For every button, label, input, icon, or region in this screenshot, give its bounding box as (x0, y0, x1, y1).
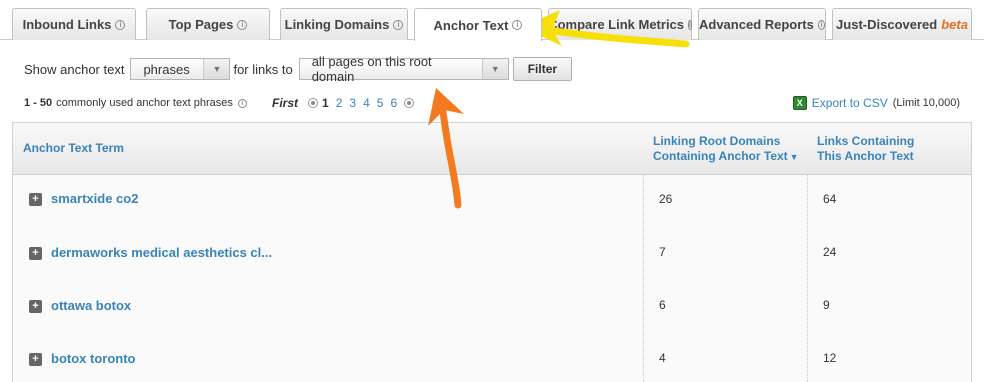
for-links-label: for links to (233, 61, 293, 77)
column-header-domains-line2: Containing Anchor Text (653, 149, 788, 163)
domains-count: 6 (659, 298, 666, 312)
tab-anchor-text[interactable]: Anchor Text i (414, 8, 542, 41)
page-link-3[interactable]: 3 (349, 96, 356, 110)
column-header-domains-line1: Linking Root Domains (653, 134, 781, 148)
excel-icon[interactable]: X (792, 96, 807, 110)
info-icon[interactable]: i (115, 19, 126, 30)
anchor-term-link[interactable]: smartxide co2 (51, 191, 138, 206)
page-link-2[interactable]: 2 (336, 96, 343, 110)
column-header-links-line1: Links Containing (817, 134, 915, 148)
expand-icon[interactable]: + (29, 353, 42, 366)
results-description: commonly used anchor text phrases (56, 97, 233, 109)
anchor-type-select[interactable]: phrases ▼ (130, 58, 231, 80)
anchor-text-table: Anchor Text Term Linking Root Domains Co… (12, 122, 972, 382)
table-row: + dermaworks medical aesthetics cl... 7 … (13, 228, 971, 281)
info-icon[interactable]: i (237, 98, 247, 108)
links-count: 9 (823, 298, 830, 312)
page-link-4[interactable]: 4 (363, 96, 370, 110)
page-link-1[interactable]: 1 (322, 96, 329, 110)
page-link-5[interactable]: 5 (377, 96, 384, 110)
anchor-term-link[interactable]: ottawa botox (51, 298, 131, 313)
tab-compare-link-metrics[interactable]: Compare Link Metrics i (548, 8, 692, 40)
anchor-term-link[interactable]: dermaworks medical aesthetics cl... (51, 245, 272, 260)
info-icon[interactable]: i (817, 19, 825, 30)
filter-button[interactable]: Filter (512, 57, 573, 81)
link-target-select[interactable]: all pages on this root domain ▼ (298, 54, 509, 84)
anchor-type-value: phrases (143, 61, 190, 77)
expand-icon[interactable]: + (29, 247, 42, 260)
tab-linking-domains[interactable]: Linking Domains i (280, 8, 408, 40)
tab-label: Top Pages (168, 17, 234, 32)
tab-inbound-links[interactable]: Inbound Links i (12, 8, 136, 40)
page-link-6[interactable]: 6 (390, 96, 397, 110)
show-anchor-text-label: Show anchor text (24, 61, 125, 77)
column-header-domains[interactable]: Linking Root Domains Containing Anchor T… (653, 134, 799, 165)
column-header-term[interactable]: Anchor Text Term (23, 141, 124, 156)
link-target-value: all pages on this root domain (311, 54, 432, 84)
next-page-icon[interactable] (404, 98, 415, 108)
table-row: + ottawa botox 6 9 (13, 281, 971, 334)
domains-count: 7 (659, 245, 666, 259)
results-summary: 1 - 50 commonly used anchor text phrases… (24, 95, 247, 111)
table-row: + smartxide co2 26 64 (13, 175, 971, 228)
tab-label: Just-Discovered (836, 17, 938, 32)
domains-count: 4 (659, 351, 666, 365)
filter-row: Show anchor text phrases ▼ for links to … (24, 54, 573, 84)
chevron-down-icon: ▼ (481, 59, 508, 79)
export-csv-link[interactable]: Export to CSV (812, 96, 888, 110)
pagination-first[interactable]: First (272, 96, 298, 110)
tab-top-pages[interactable]: Top Pages i (146, 8, 270, 40)
pagination: First 1 2 3 4 5 6 (272, 95, 418, 111)
expand-icon[interactable]: + (29, 193, 42, 206)
links-count: 64 (823, 192, 837, 206)
tab-label: Linking Domains (284, 17, 390, 32)
sort-desc-icon: ▼ (789, 152, 799, 162)
links-count: 24 (823, 245, 837, 259)
beta-badge: beta (941, 17, 968, 32)
column-header-links[interactable]: Links Containing This Anchor Text (817, 134, 914, 164)
chevron-down-icon: ▼ (203, 59, 230, 79)
expand-icon[interactable]: + (29, 300, 42, 313)
tab-label: Anchor Text (433, 17, 509, 33)
info-icon[interactable]: i (393, 19, 404, 30)
info-icon[interactable]: i (688, 19, 692, 30)
tab-label: Compare Link Metrics (548, 17, 685, 32)
export-csv: X Export to CSV (Limit 10,000) (792, 95, 960, 111)
domains-count: 26 (659, 192, 673, 206)
prev-page-icon[interactable] (308, 98, 319, 108)
export-limit: (Limit 10,000) (892, 97, 960, 109)
table-header: Anchor Text Term Linking Root Domains Co… (13, 123, 971, 175)
anchor-term-link[interactable]: botox toronto (51, 351, 135, 366)
results-range: 1 - 50 (24, 97, 53, 109)
tab-label: Inbound Links (22, 17, 112, 32)
links-count: 12 (823, 351, 837, 365)
tab-just-discovered[interactable]: Just-Discovered beta (832, 8, 972, 40)
info-icon[interactable]: i (237, 19, 248, 30)
tab-label: Advanced Reports (699, 17, 814, 32)
tab-bar: Inbound Links i Top Pages i Linking Domain… (0, 0, 984, 41)
info-icon[interactable]: i (512, 20, 523, 30)
column-header-links-line2: This Anchor Text (817, 149, 914, 163)
table-row: + botox toronto 4 12 (13, 334, 971, 382)
tab-advanced-reports[interactable]: Advanced Reports i (698, 8, 826, 40)
